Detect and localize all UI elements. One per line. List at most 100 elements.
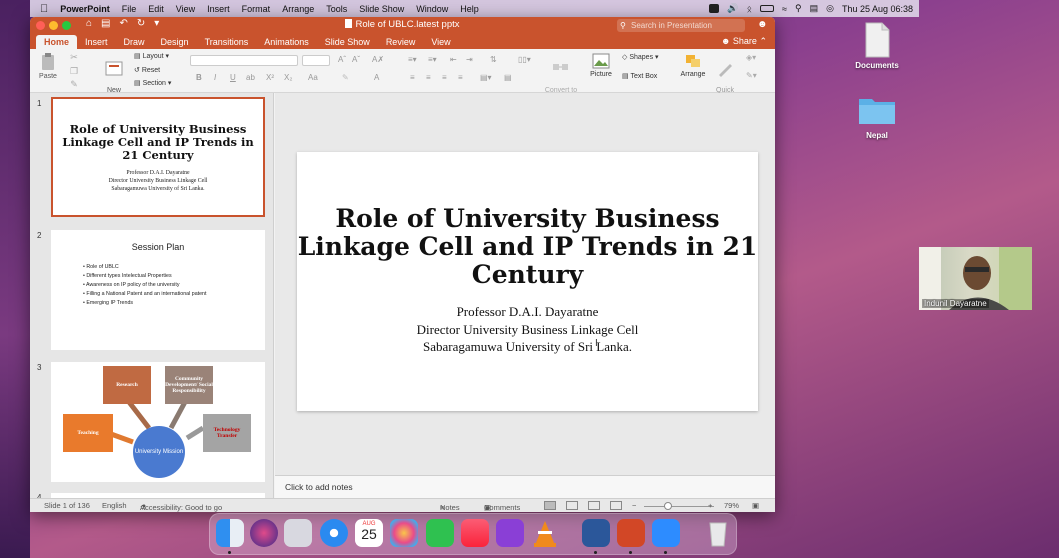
increase-indent-icon[interactable]: ⇥ — [466, 55, 473, 64]
slide-title[interactable]: Role of University Business Linkage Cell… — [297, 205, 758, 289]
bold-icon[interactable]: B — [196, 73, 202, 82]
finder-icon[interactable] — [216, 519, 244, 547]
slide-thumbnail-2[interactable]: Session Plan Role of UBLC Different type… — [51, 230, 265, 350]
text-box-button[interactable]: ▤ Text Box — [622, 73, 657, 81]
change-case-icon[interactable]: Aa — [308, 73, 318, 82]
language-status[interactable]: English — [102, 501, 127, 510]
subscript-icon[interactable]: X₂ — [284, 73, 292, 82]
justify-icon[interactable]: ≡ — [458, 73, 463, 82]
siri-icon[interactable] — [250, 519, 278, 547]
normal-view-button[interactable] — [544, 501, 556, 510]
highlight-icon[interactable]: ✎ — [342, 73, 349, 82]
zoom-out-button[interactable]: − — [632, 501, 636, 510]
current-slide[interactable]: Role of University Business Linkage Cell… — [297, 152, 758, 411]
wifi-icon[interactable]: ≈ — [782, 4, 787, 14]
numbering-icon[interactable]: ≡▾ — [428, 55, 437, 64]
menu-slide-show[interactable]: Slide Show — [359, 4, 404, 14]
tab-transitions[interactable]: Transitions — [197, 35, 257, 49]
podcasts-icon[interactable] — [496, 519, 524, 547]
zoom-icon[interactable] — [652, 519, 680, 547]
slide-sorter-view-button[interactable] — [566, 501, 578, 510]
font-size-field[interactable] — [302, 55, 330, 66]
slide-subtitle[interactable]: Professor D.A.I. Dayaratne Director Univ… — [297, 303, 758, 356]
menu-app-name[interactable]: PowerPoint — [60, 4, 110, 14]
vlc-icon[interactable] — [531, 519, 559, 547]
reset-button[interactable]: ↺ Reset — [134, 67, 160, 75]
share-people-icon[interactable]: ☻ — [757, 19, 769, 31]
superscript-icon[interactable]: X² — [266, 73, 274, 82]
powerpoint-icon[interactable] — [617, 519, 645, 547]
word-icon[interactable] — [582, 519, 610, 547]
shapes-button[interactable]: ◇ Shapes ▾ — [622, 54, 659, 62]
align-center-icon[interactable]: ≡ — [426, 73, 431, 82]
layout-button[interactable]: ▤ Layout ▾ — [134, 53, 169, 61]
zoom-in-button[interactable]: + — [708, 501, 712, 510]
control-center-icon[interactable]: ▤ — [810, 3, 819, 14]
apple-icon[interactable]:  — [40, 3, 48, 15]
shape-outline-icon[interactable]: ✎▾ — [746, 71, 757, 80]
increase-font-icon[interactable]: Aˆ — [338, 55, 346, 64]
zoom-slider-handle[interactable] — [664, 502, 672, 510]
decrease-indent-icon[interactable]: ⇤ — [450, 55, 457, 64]
cut-icon[interactable]: ✂ — [68, 53, 80, 62]
copy-icon[interactable]: ❐ — [68, 67, 80, 76]
slide-thumbnail-3[interactable]: Research Community Development/ Social R… — [51, 362, 265, 482]
search-input[interactable]: ⚲ Search in Presentation — [617, 19, 745, 32]
launchpad-icon[interactable] — [284, 519, 312, 547]
bullets-icon[interactable]: ≡▾ — [408, 55, 417, 64]
tab-slide-show[interactable]: Slide Show — [317, 35, 378, 49]
tab-draw[interactable]: Draw — [116, 35, 153, 49]
volume-icon[interactable]: 🔊 — [727, 3, 738, 14]
slide-thumbnail-1[interactable]: Role of University Business Linkage Cell… — [51, 97, 265, 217]
menu-format[interactable]: Format — [242, 4, 271, 14]
slideshow-view-button[interactable] — [610, 501, 622, 510]
fit-slide-icon[interactable]: ▣ — [752, 501, 759, 510]
tab-animations[interactable]: Animations — [256, 35, 317, 49]
share-button[interactable]: ☻ Share ⌃ — [721, 34, 767, 48]
menu-window[interactable]: Window — [416, 4, 448, 14]
line-spacing-icon[interactable]: ⇅ — [490, 55, 497, 64]
columns-icon[interactable]: ▯▯▾ — [518, 55, 531, 64]
tab-view[interactable]: View — [423, 35, 458, 49]
arrange-button[interactable]: Arrange — [678, 53, 708, 79]
trash-icon[interactable] — [704, 519, 732, 547]
tab-insert[interactable]: Insert — [77, 35, 116, 49]
font-name-field[interactable] — [190, 55, 298, 66]
menu-edit[interactable]: Edit — [148, 4, 164, 14]
photos-icon[interactable] — [390, 519, 418, 547]
nepal-folder-desktop-icon[interactable]: Nepal — [852, 95, 902, 140]
italic-icon[interactable]: I — [214, 73, 216, 82]
clear-formatting-icon[interactable]: A✗ — [372, 55, 384, 64]
zoom-percentage[interactable]: 79% — [724, 501, 739, 510]
paste-button[interactable]: Paste — [36, 53, 60, 81]
facetime-icon[interactable] — [426, 519, 454, 547]
reading-view-button[interactable] — [588, 501, 600, 510]
music-icon[interactable] — [461, 519, 489, 547]
underline-icon[interactable]: U — [230, 73, 236, 82]
strikethrough-icon[interactable]: ab — [246, 73, 255, 82]
slide-thumbnails-pane[interactable]: 1 Role of University Business Linkage Ce… — [30, 93, 274, 498]
documents-desktop-icon[interactable]: Documents — [852, 22, 902, 70]
tab-home[interactable]: Home — [36, 35, 78, 49]
calendar-icon[interactable]: AUG 25 — [355, 519, 383, 547]
tab-design[interactable]: Design — [153, 35, 197, 49]
menu-tools[interactable]: Tools — [326, 4, 347, 14]
menu-arrange[interactable]: Arrange — [282, 4, 314, 14]
align-right-icon[interactable]: ≡ — [442, 73, 447, 82]
menu-file[interactable]: File — [122, 4, 137, 14]
align-text-icon[interactable]: ▤ — [504, 73, 512, 82]
font-color-icon[interactable]: A — [374, 73, 379, 82]
notes-pane[interactable]: Click to add notes — [275, 475, 775, 498]
zoom-status-icon[interactable] — [709, 4, 720, 13]
bluetooth-icon[interactable]: ᛟ — [747, 4, 752, 14]
menu-help[interactable]: Help — [460, 4, 479, 14]
zoom-slider-track[interactable] — [644, 506, 714, 507]
menu-insert[interactable]: Insert — [207, 4, 230, 14]
menu-view[interactable]: View — [176, 4, 195, 14]
picture-button[interactable]: Picture — [588, 53, 614, 79]
tab-review[interactable]: Review — [378, 35, 424, 49]
shape-fill-icon[interactable]: ◈▾ — [746, 53, 756, 62]
video-participant-tile[interactable]: Indunil Dayaratne — [919, 247, 1032, 310]
battery-icon[interactable] — [760, 5, 775, 12]
decrease-font-icon[interactable]: Aˇ — [352, 55, 360, 64]
